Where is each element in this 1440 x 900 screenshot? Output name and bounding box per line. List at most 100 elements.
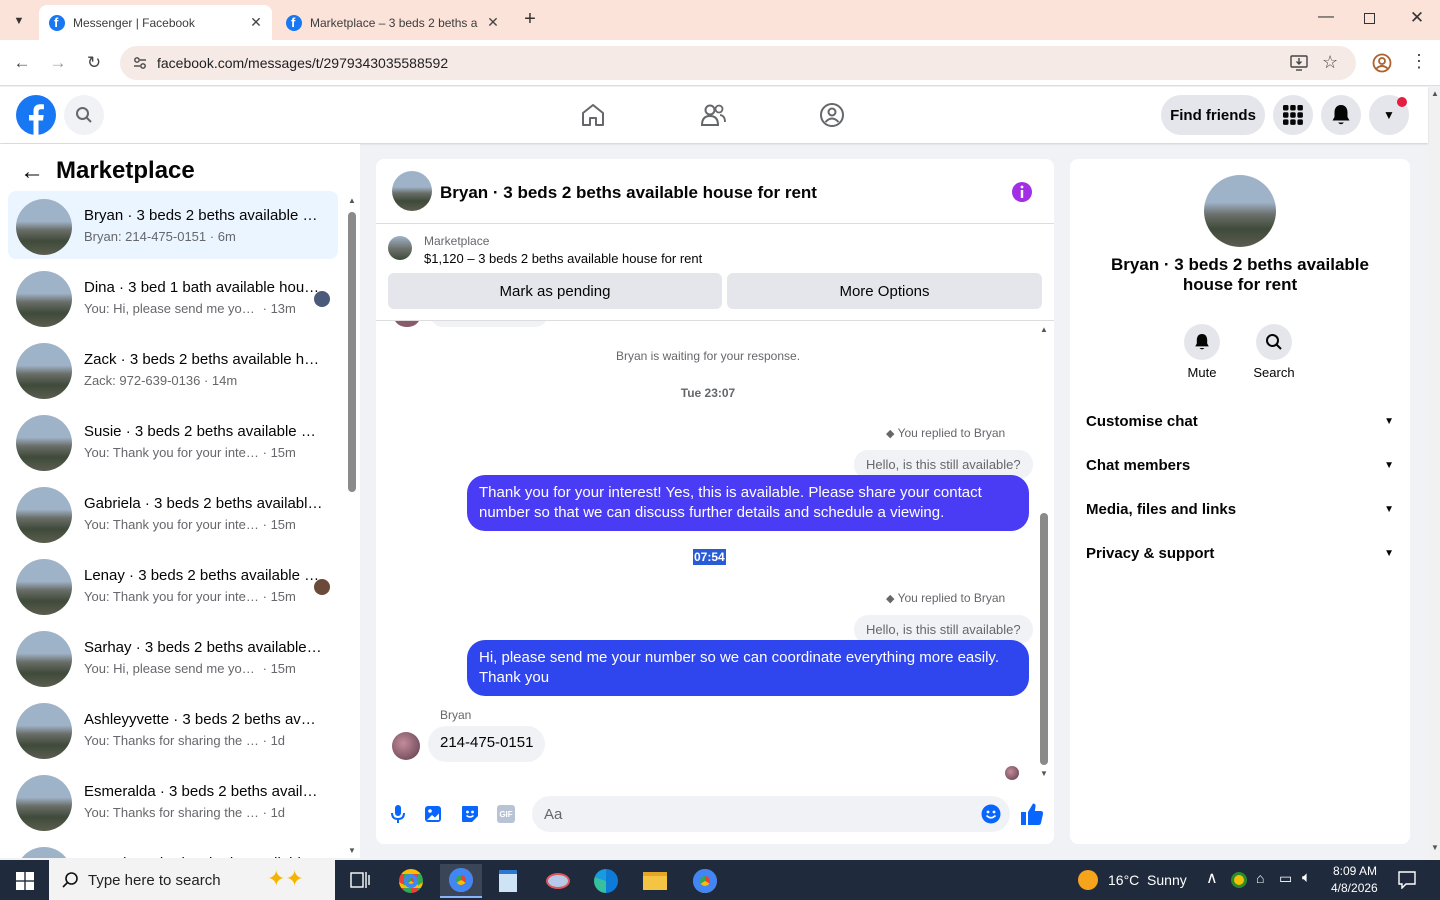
replied-text: You replied to Bryan: [897, 426, 1006, 440]
contact-avatar[interactable]: [1204, 175, 1276, 247]
install-app-icon[interactable]: [1290, 55, 1308, 71]
search-conversation-button[interactable]: [1256, 324, 1292, 360]
photo-icon[interactable]: [424, 804, 442, 824]
conversation-preview: You: Hi, please send me your n... · 13m: [84, 301, 296, 316]
find-friends-button[interactable]: Find friends: [1161, 95, 1265, 135]
address-bar[interactable]: facebook.com/messages/t/2979343035588592…: [120, 46, 1356, 80]
sender-avatar[interactable]: [392, 732, 420, 760]
facebook-logo-icon[interactable]: [16, 95, 56, 135]
conversation-list-panel: ← Marketplace Bryan · 3 beds 2 beths ava…: [0, 144, 360, 858]
tray-app-icon[interactable]: [1231, 872, 1247, 888]
close-window-button[interactable]: ✕: [1406, 8, 1428, 30]
conversation-item[interactable]: Gabriela · 3 beds 2 beths available hous…: [8, 479, 338, 547]
thumbs-up-icon[interactable]: [1020, 802, 1044, 826]
bookmark-star-icon[interactable]: ☆: [1322, 52, 1338, 73]
site-info-icon[interactable]: [132, 55, 148, 71]
task-view-icon[interactable]: [350, 871, 370, 889]
conversation-item[interactable]: Bryan · 3 beds 2 beths available house f…: [8, 191, 338, 259]
chat-avatar[interactable]: [392, 171, 432, 211]
more-options-button[interactable]: More Options: [727, 273, 1042, 309]
chrome-profile-taskbar-app[interactable]: [684, 864, 726, 898]
conversation-preview: You: Thank you for your interest! ... · …: [84, 445, 296, 460]
conversation-separator: ·: [259, 301, 271, 316]
minimize-button[interactable]: —: [1316, 8, 1336, 30]
close-tab-icon[interactable]: ✕: [246, 14, 266, 31]
conversation-item[interactable]: Zack · 3 beds 2 beths available house fo…: [8, 335, 338, 403]
info-icon[interactable]: [1011, 181, 1033, 203]
listing-thumbnail[interactable]: [388, 236, 412, 260]
chat-title[interactable]: Bryan · 3 beds 2 beths available house f…: [440, 183, 817, 203]
back-arrow-icon[interactable]: ←: [20, 158, 44, 186]
conversation-item[interactable]: Ashleyyvette · 3 beds 2 beths available …: [8, 695, 338, 763]
conversation-item[interactable]: Sarhay · 3 beds 2 beths available house …: [8, 623, 338, 691]
notifications-button[interactable]: [1321, 95, 1361, 135]
conversation-separator: ·: [259, 733, 271, 748]
chrome-taskbar-app[interactable]: [390, 864, 432, 898]
message-input[interactable]: Aa: [532, 796, 1010, 832]
forward-arrow-icon[interactable]: →: [45, 50, 71, 76]
weather-text[interactable]: 16°C Sunny: [1108, 872, 1187, 888]
waiting-notice: Bryan is waiting for your response.: [615, 349, 801, 363]
new-tab-button[interactable]: +: [519, 8, 541, 30]
friends-icon[interactable]: [700, 103, 726, 127]
mark-as-pending-button[interactable]: Mark as pending: [388, 273, 722, 309]
notifications-center-icon[interactable]: [1398, 871, 1416, 889]
privacy-support-row[interactable]: Privacy & support ▼: [1086, 531, 1394, 575]
network-icon[interactable]: ▭: [1279, 870, 1292, 887]
menu-button[interactable]: [1273, 95, 1313, 135]
media-files-links-row[interactable]: Media, files and links ▼: [1086, 487, 1394, 531]
page-scrollbar[interactable]: ▲ ▼: [1429, 87, 1440, 859]
timestamp-2: 07:54: [693, 549, 726, 565]
listing-price[interactable]: $1,120 – 3 beds 2 beths available house …: [424, 251, 702, 266]
windows-start-icon[interactable]: [16, 872, 34, 890]
snipping-taskbar-app[interactable]: [537, 864, 579, 898]
incoming-message[interactable]: 214-475-0151: [428, 726, 546, 762]
conversation-item[interactable]: Susie · 3 beds 2 beths available house f…: [8, 407, 338, 475]
bell-icon: [1195, 334, 1209, 350]
outgoing-message-1[interactable]: Thank you for your interest! Yes, this i…: [467, 475, 1029, 531]
taskbar-search-box[interactable]: Type here to search ✦✦: [49, 860, 335, 900]
tab-search-chevron-icon[interactable]: ▼: [8, 10, 30, 32]
volume-icon[interactable]: 🔈︎: [1302, 869, 1311, 886]
conversation-item[interactable]: Kamaly · 3 beds 2 beths available house …: [8, 839, 338, 858]
profile-icon[interactable]: [1372, 53, 1392, 73]
clock-date[interactable]: 4/8/2026: [1331, 881, 1378, 895]
search-button[interactable]: [64, 95, 104, 135]
microphone-icon[interactable]: [389, 804, 407, 824]
tab-messenger[interactable]: Messenger | Facebook ✕: [39, 5, 272, 40]
conversation-snippet: Bryan: 214-475-0151: [84, 229, 207, 244]
tray-chevron-up-icon[interactable]: ∧: [1206, 868, 1218, 888]
notepad-taskbar-app[interactable]: [487, 864, 529, 898]
mute-button[interactable]: [1184, 324, 1220, 360]
file-explorer-taskbar-app[interactable]: [634, 864, 676, 898]
close-tab-icon[interactable]: ✕: [483, 14, 503, 31]
home-icon[interactable]: [580, 102, 606, 128]
emoji-icon[interactable]: [981, 804, 1001, 824]
sticker-icon[interactable]: [460, 804, 480, 824]
customise-chat-row[interactable]: Customise chat ▼: [1086, 399, 1394, 443]
tab-marketplace[interactable]: Marketplace – 3 beds 2 beths a ✕: [276, 5, 509, 40]
back-arrow-icon[interactable]: ←: [9, 50, 35, 76]
conversation-item[interactable]: Lenay · 3 beds 2 beths available house f…: [8, 551, 338, 619]
weather-sun-icon[interactable]: [1078, 870, 1098, 890]
list-scrollbar[interactable]: ▲ ▼: [348, 196, 356, 858]
chat-members-row[interactable]: Chat members ▼: [1086, 443, 1394, 487]
conversation-name: Bryan · 3 beds 2 beths available house f…: [84, 207, 324, 224]
facebook-header: Find friends ▼: [0, 87, 1428, 143]
restore-button[interactable]: [1364, 13, 1375, 24]
outgoing-message-2[interactable]: Hi, please send me your number so we can…: [467, 640, 1029, 696]
meet-now-icon[interactable]: ⌂: [1256, 870, 1264, 886]
browser-menu-icon[interactable]: ⋮: [1410, 51, 1428, 72]
gif-icon[interactable]: GIF: [497, 805, 515, 823]
reload-icon[interactable]: ↻: [81, 50, 107, 76]
clock-time[interactable]: 8:09 AM: [1333, 864, 1377, 878]
conversation-avatar: [16, 847, 72, 858]
conversation-item[interactable]: Esmeralda · 3 beds 2 beths available hou…: [8, 767, 338, 835]
edge-taskbar-app[interactable]: [585, 864, 627, 898]
windows-taskbar: Type here to search ✦✦ 16°C Sunny ∧ ⌂ ▭ …: [0, 860, 1440, 900]
conversation-item[interactable]: Dina · 3 bed 1 bath available house for …: [8, 263, 338, 331]
groups-icon[interactable]: [819, 102, 845, 128]
chrome-taskbar-app-active[interactable]: [440, 864, 482, 898]
thread-scrollbar[interactable]: ▲ ▼: [1040, 325, 1048, 781]
conversation-time: 15m: [270, 661, 296, 676]
